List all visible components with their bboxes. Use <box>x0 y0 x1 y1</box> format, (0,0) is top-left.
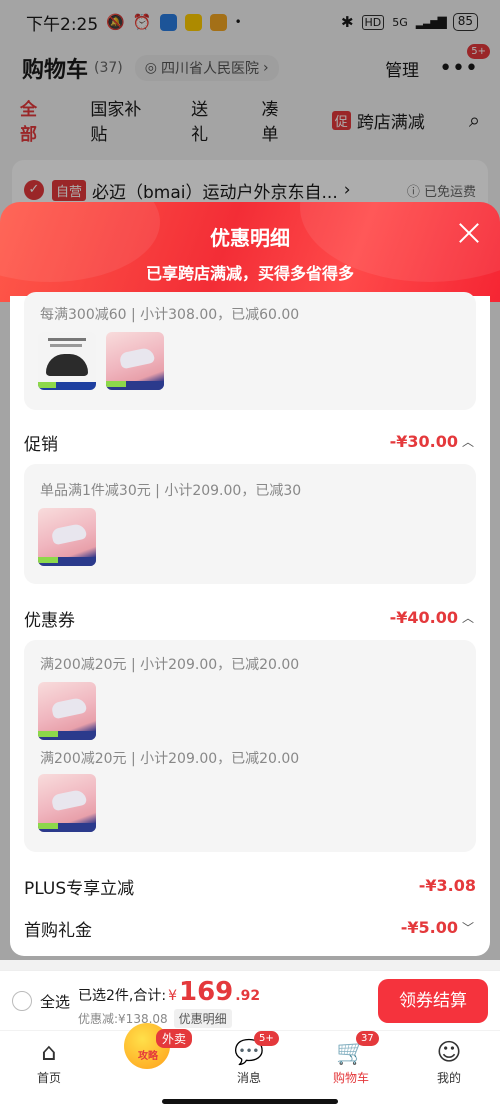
tab-mine[interactable]: ☺ 我的 <box>414 1037 484 1086</box>
chevron-down-icon: ﹀ <box>461 921 474 935</box>
discount-sheet-body: 每满300减60 | 小计308.00，已减60.00 促销 -¥30.00 ︿… <box>10 292 490 956</box>
sheet-title: 优惠明细 <box>210 226 290 250</box>
cross-store-card: 每满300减60 | 小计308.00，已减60.00 <box>24 292 476 410</box>
plus-discount-label: PLUS专享立减 <box>24 879 135 899</box>
cap-shape <box>46 354 88 376</box>
product-thumbnail[interactable] <box>106 332 164 390</box>
discount-detail-button[interactable]: 优惠明细 <box>173 1009 232 1028</box>
total-decimal: .92 <box>235 988 261 1004</box>
decor <box>38 557 58 563</box>
coupon-amount-value: -¥40.00 <box>389 608 458 627</box>
product-thumbnail[interactable] <box>38 332 96 390</box>
plus-discount-amount: -¥3.08 <box>418 876 476 895</box>
tab-messages-label: 消息 <box>236 1071 261 1085</box>
close-icon[interactable] <box>458 222 480 244</box>
messages-badge: 5+ <box>254 1031 279 1046</box>
chevron-up-icon: ︿ <box>461 611 474 625</box>
checkout-button[interactable]: 领券结算 <box>378 979 488 1023</box>
decor <box>38 823 58 829</box>
decor <box>106 381 126 387</box>
total-row: 已选2件,合计: ¥ 169 .92 <box>78 977 260 1007</box>
total-integer: 169 <box>179 977 234 1007</box>
cart-badge: 37 <box>356 1031 379 1046</box>
checkout-bar: 全选 已选2件,合计: ¥ 169 .92 优惠减:¥138.08 优惠明细 领… <box>0 970 500 1030</box>
coupon-amount[interactable]: -¥40.00 ︿ <box>390 608 474 627</box>
coupon-rule: 满200减20元 | 小计209.00，已减20.00 <box>40 751 300 767</box>
promo-amount[interactable]: -¥30.00 ︿ <box>390 432 474 451</box>
coupon-card: 满200减20元 | 小计209.00，已减20.00 满200减20元 | 小… <box>24 640 476 852</box>
promo-amount-value: -¥30.00 <box>389 432 458 451</box>
product-thumbnail[interactable] <box>38 774 96 832</box>
home-icon: ⌂ <box>41 1038 57 1066</box>
selected-label: 已选2件,合计: <box>78 988 167 1004</box>
tab-cart[interactable]: 🛒 37 购物车 <box>316 1031 386 1086</box>
decor <box>48 338 86 341</box>
select-all-label[interactable]: 全选 <box>40 991 70 1012</box>
promo-rule: 单品满1件减30元 | 小计209.00，已减30 <box>40 483 302 499</box>
discount-sheet-header: 优惠明细 已享跨店满减，买得多省得多 <box>0 202 500 302</box>
first-purchase-value: -¥5.00 <box>400 918 458 937</box>
chevron-up-icon: ︿ <box>461 435 474 449</box>
guide-label: 攻略 <box>138 1051 158 1062</box>
decor <box>38 731 58 737</box>
currency-symbol: ¥ <box>168 988 177 1004</box>
tab-messages[interactable]: 💬 5+ 消息 <box>214 1031 284 1086</box>
user-icon: ☺ <box>436 1038 462 1066</box>
shoe-shape <box>50 788 88 812</box>
shoe-shape <box>50 522 88 546</box>
first-purchase-amount[interactable]: -¥5.00 ﹀ <box>401 918 474 937</box>
cart-icon: 🛒 37 <box>336 1031 379 1067</box>
promo-label: 促销 <box>24 435 58 455</box>
tab-mine-label: 我的 <box>436 1071 461 1085</box>
decor <box>38 382 56 388</box>
shoe-shape <box>50 696 88 720</box>
sheet-subtitle: 已享跨店满减，买得多省得多 <box>145 264 354 283</box>
select-all-radio[interactable] <box>12 991 32 1011</box>
first-purchase-label: 首购礼金 <box>24 921 92 941</box>
home-indicator[interactable] <box>162 1099 338 1104</box>
takeout-badge[interactable]: 外卖 <box>156 1029 193 1048</box>
chat-bubble-icon: 💬 5+ <box>234 1031 279 1067</box>
tab-cart-label: 购物车 <box>332 1071 369 1085</box>
coupon-label: 优惠券 <box>24 611 75 631</box>
tab-home-label: 首页 <box>36 1071 61 1085</box>
decor <box>50 344 82 347</box>
cross-store-rule: 每满300减60 | 小计308.00，已减60.00 <box>40 307 300 323</box>
product-thumbnail[interactable] <box>38 508 96 566</box>
promo-card: 单品满1件减30元 | 小计209.00，已减30 <box>24 464 476 584</box>
product-thumbnail[interactable] <box>38 682 96 740</box>
coupon-rule: 满200减20元 | 小计209.00，已减20.00 <box>40 657 300 673</box>
tab-home[interactable]: ⌂ 首页 <box>14 1037 84 1086</box>
shoe-shape <box>118 346 156 370</box>
